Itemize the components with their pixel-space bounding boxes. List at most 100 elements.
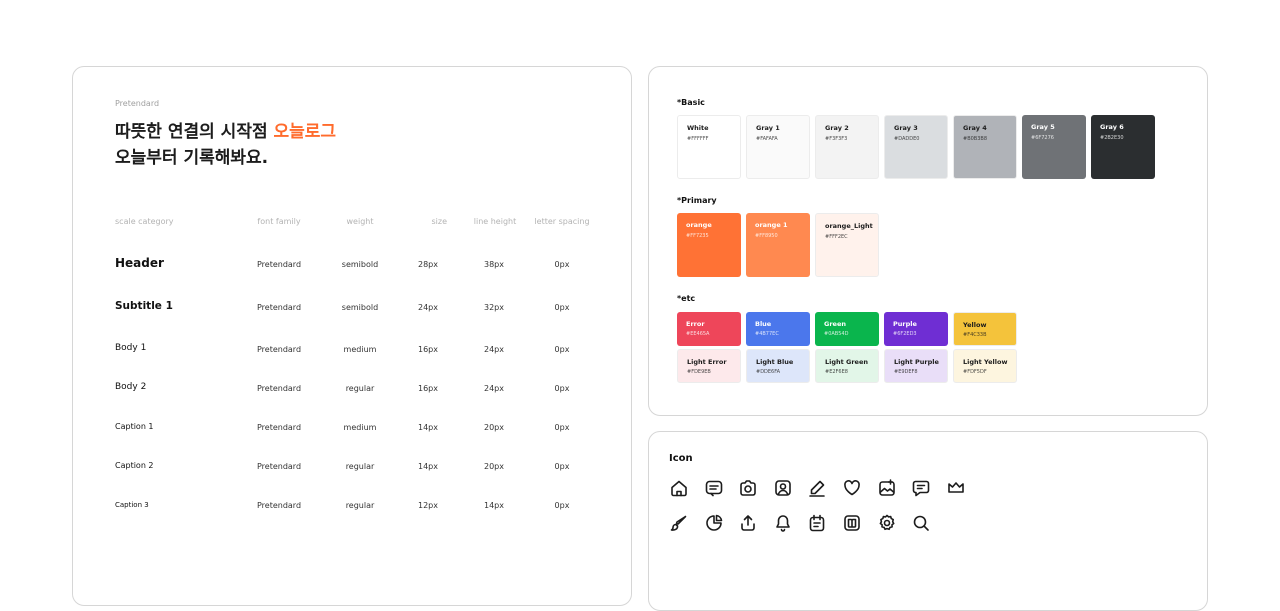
swatch-name: Light Yellow	[963, 358, 1008, 366]
headline-line-2: 오늘부터 기록해봐요.	[115, 148, 269, 168]
column-header-weight: weight	[346, 217, 374, 226]
row-weight: semibold	[341, 260, 379, 269]
row-category: Body 1	[115, 343, 147, 353]
icon-section-title: Icon	[669, 453, 693, 464]
book-icon	[842, 513, 862, 533]
font-name-label: Pretendard	[115, 99, 160, 108]
swatch-hex: #FAFAFA	[756, 136, 778, 142]
edit-pencil-icon	[807, 478, 827, 498]
color-swatch-yellow: Yellow #F4C33B	[953, 312, 1017, 346]
row-letter-spacing: 0px	[554, 303, 570, 312]
swatch-name: White	[687, 124, 709, 132]
color-swatch-light-purple: Light Purple #E9DEF8	[884, 349, 948, 383]
swatch-name: Gray 2	[825, 124, 849, 132]
row-size: 28px	[418, 260, 438, 269]
color-swatch-gray-1: Gray 1 #FAFAFA	[746, 115, 810, 179]
row-family: Pretendard	[256, 462, 302, 471]
crown-icon	[946, 478, 966, 498]
swatch-hex: #FDE9EB	[687, 369, 711, 375]
row-letter-spacing: 0px	[554, 423, 570, 432]
swatch-name: Yellow	[963, 321, 987, 329]
swatch-hex: #FFF2EC	[825, 234, 848, 240]
bell-icon	[773, 513, 793, 533]
color-palette-card: *Basic White #FFFFFF Gray 1 #FAFAFA Gray 2 #F…	[648, 66, 1208, 416]
row-size: 12px	[418, 501, 438, 510]
brush-icon	[669, 513, 689, 533]
etc-section-label: *etc	[677, 294, 696, 303]
swatch-name: orange	[686, 221, 712, 229]
row-size: 14px	[418, 462, 438, 471]
headline-text: 따뜻한 연결의 시작점	[115, 122, 274, 142]
row-family: Pretendard	[256, 303, 302, 312]
row-family: Pretendard	[256, 384, 302, 393]
swatch-name: Error	[686, 320, 705, 328]
user-profile-icon	[773, 478, 793, 498]
color-swatch-blue: Blue #4B77EC	[746, 312, 810, 346]
row-line-height: 14px	[484, 501, 504, 510]
color-swatch-gray-2: Gray 2 #F3F3F3	[815, 115, 879, 179]
row-line-height: 20px	[484, 423, 504, 432]
swatch-hex: #6F2ED3	[893, 331, 917, 337]
message-box-icon	[704, 478, 724, 498]
headline-accent: 오늘로그	[273, 122, 337, 142]
search-icon	[911, 513, 931, 533]
color-swatch-orange: orange #FF7235	[677, 213, 741, 277]
color-swatch-gray-5: Gray 5 #6F7276	[1022, 115, 1086, 179]
swatch-name: Light Green	[825, 358, 869, 366]
swatch-hex: #0AB54D	[824, 331, 849, 337]
row-letter-spacing: 0px	[554, 345, 570, 354]
swatch-hex: #FDF5DF	[963, 369, 987, 375]
column-header-font-family: font family	[257, 217, 301, 226]
swatch-hex: #FFFFFF	[687, 136, 709, 142]
row-line-height: 38px	[484, 260, 504, 269]
color-swatch-green: Green #0AB54D	[815, 312, 879, 346]
row-letter-spacing: 0px	[554, 384, 570, 393]
swatch-name: Light Blue	[756, 358, 794, 366]
camera-icon	[738, 478, 758, 498]
row-family: Pretendard	[256, 345, 302, 354]
color-swatch-orange-light: orange_Light #FFF2EC	[815, 213, 879, 277]
color-swatch-light-error: Light Error #FDE9EB	[677, 349, 741, 383]
headline: 따뜻한 연결의 시작점 오늘로그 오늘부터 기록해봐요.	[115, 119, 336, 171]
swatch-hex: #4B77EC	[755, 331, 779, 337]
row-letter-spacing: 0px	[554, 462, 570, 471]
swatch-hex: #DDE6FA	[756, 369, 781, 375]
row-weight: medium	[343, 423, 377, 432]
chat-bubble-icon	[911, 478, 931, 498]
color-swatch-gray-3: Gray 3 #DADDE0	[884, 115, 948, 179]
typography-card: Pretendard 따뜻한 연결의 시작점 오늘로그 오늘부터 기록해봐요. …	[72, 66, 632, 606]
share-upload-icon	[738, 513, 758, 533]
color-swatch-error: Error #EE465A	[677, 312, 741, 346]
color-swatch-purple: Purple #6F2ED3	[884, 312, 948, 346]
column-header-line-height: line height	[473, 217, 517, 226]
column-header-letter-spacing: letter spacing	[534, 217, 590, 226]
row-weight: semibold	[341, 303, 379, 312]
row-size: 16px	[418, 384, 438, 393]
color-swatch-gray-4: Gray 4 #B0B3B8	[953, 115, 1017, 179]
row-category: Caption 1	[115, 422, 154, 431]
swatch-name: Gray 6	[1100, 123, 1124, 131]
row-category: Header	[115, 256, 164, 270]
swatch-name: Light Purple	[894, 358, 939, 366]
color-swatch-white: White #FFFFFF	[677, 115, 741, 179]
swatch-name: Light Error	[687, 358, 727, 366]
swatch-hex: #E9DEF8	[894, 369, 918, 375]
row-letter-spacing: 0px	[554, 260, 570, 269]
row-family: Pretendard	[256, 423, 302, 432]
row-line-height: 24px	[484, 345, 504, 354]
row-category: Body 2	[115, 382, 147, 392]
row-line-height: 20px	[484, 462, 504, 471]
column-header-size: size	[431, 217, 447, 226]
swatch-hex: #F3F3F3	[825, 136, 848, 142]
swatch-name: orange_Light	[825, 222, 873, 230]
image-add-icon	[877, 478, 897, 498]
row-line-height: 32px	[484, 303, 504, 312]
swatch-name: Purple	[893, 320, 917, 328]
swatch-hex: #E2F6E8	[825, 369, 848, 375]
row-letter-spacing: 0px	[554, 501, 570, 510]
icon-card: Icon	[648, 431, 1208, 611]
swatch-name: Gray 3	[894, 124, 918, 132]
calendar-icon	[807, 513, 827, 533]
row-weight: regular	[345, 501, 375, 510]
row-size: 14px	[418, 423, 438, 432]
